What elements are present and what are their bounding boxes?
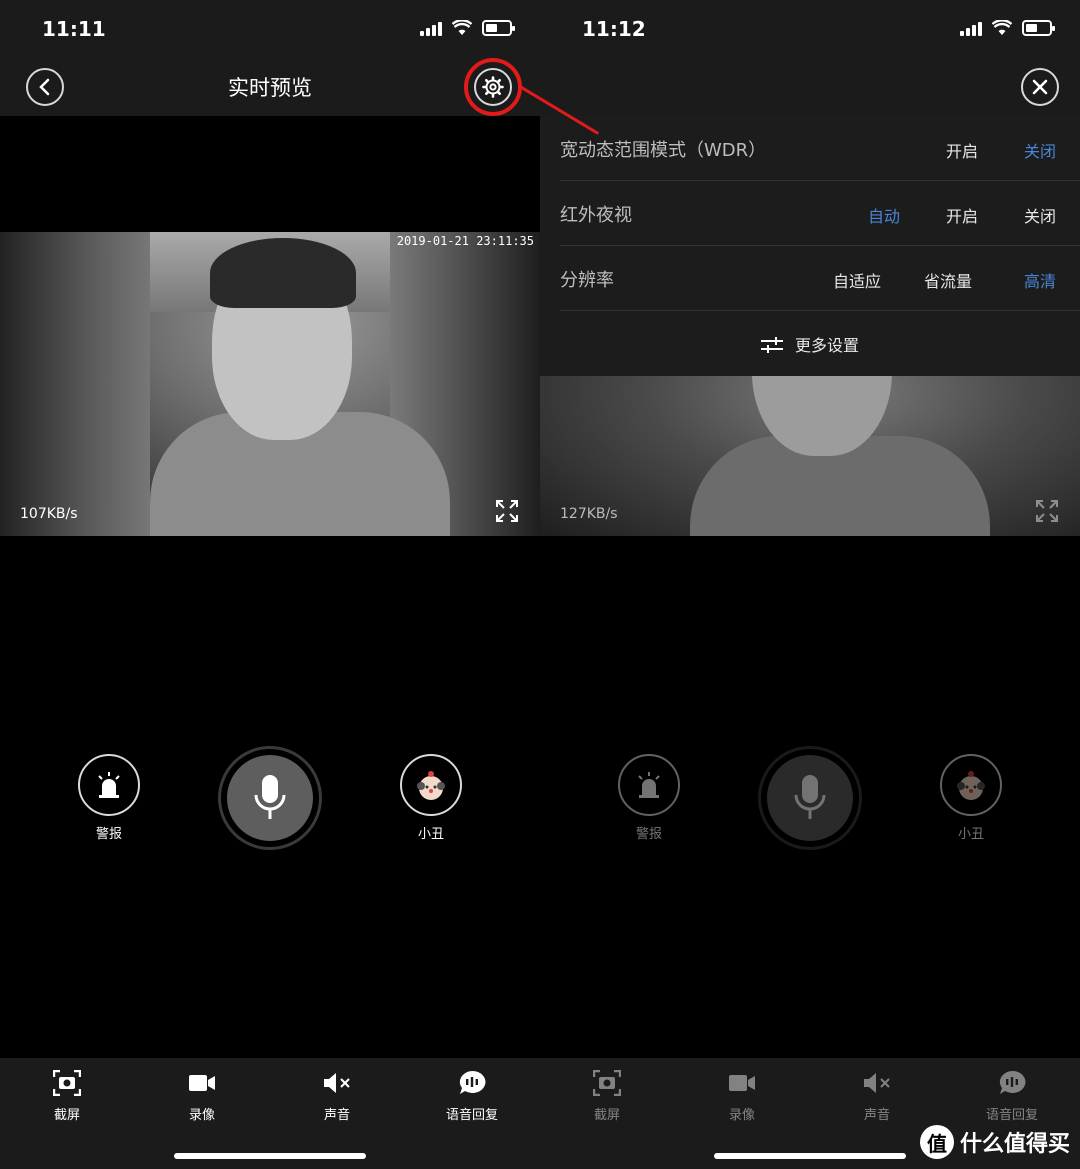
resolution-setting-row: 分辨率 自适应 省流量 高清 <box>560 246 1080 311</box>
night-vision-option-on[interactable]: 开启 <box>946 203 978 227</box>
resolution-title: 分辨率 <box>560 270 614 291</box>
clown-voice-button[interactable] <box>400 754 462 816</box>
cellular-signal-icon <box>960 20 982 36</box>
camera-capture-icon <box>593 1070 621 1096</box>
sound-button[interactable]: 声音 <box>832 1068 922 1123</box>
record-label: 录像 <box>188 1108 215 1123</box>
close-button[interactable] <box>1021 68 1059 106</box>
wdr-option-on[interactable]: 开启 <box>946 138 978 162</box>
wdr-option-off[interactable]: 关闭 <box>1024 138 1056 162</box>
status-icons <box>960 20 1055 36</box>
speaker-muted-icon <box>324 1073 350 1093</box>
fullscreen-icon[interactable] <box>496 500 518 522</box>
fullscreen-icon[interactable] <box>1036 500 1058 522</box>
chat-bubble-icon <box>459 1070 486 1094</box>
night-vision-option-off[interactable]: 关闭 <box>1024 203 1056 227</box>
camera-live-video[interactable]: 127KB/s <box>540 376 1080 536</box>
bitrate-label: 107KB/s <box>20 506 78 522</box>
talk-button[interactable] <box>758 746 862 850</box>
microphone-icon <box>254 775 286 819</box>
battery-icon <box>482 20 515 36</box>
alarm-label: 警报 <box>635 827 662 842</box>
wdr-title: 宽动态范围模式（WDR） <box>560 140 767 161</box>
screenshot-label: 截屏 <box>593 1108 620 1123</box>
screenshot-button[interactable]: 截屏 <box>562 1068 652 1123</box>
sound-label: 声音 <box>863 1108 890 1123</box>
chat-bubble-icon <box>999 1070 1026 1094</box>
status-bar: 11:11 <box>0 0 540 58</box>
night-vision-title: 红外夜视 <box>560 205 632 226</box>
alarm-button[interactable] <box>618 754 680 816</box>
live-controls: 警报 小丑 <box>540 744 1080 854</box>
microphone-icon <box>794 775 826 819</box>
nav-bar: 实时预览 <box>0 58 540 116</box>
video-scene-person-hair <box>210 238 356 308</box>
video-camera-icon <box>729 1075 755 1091</box>
watermark-text: 什么值得买 <box>959 1132 1070 1157</box>
video-scene-wall-left <box>0 232 150 536</box>
bitrate-label: 127KB/s <box>560 506 618 522</box>
alarm-label: 警报 <box>95 827 122 842</box>
annotation-highlight-circle <box>464 58 522 116</box>
home-indicator[interactable] <box>174 1153 366 1159</box>
resolution-option-data-saver[interactable]: 省流量 <box>924 268 972 292</box>
cellular-signal-icon <box>420 20 442 36</box>
resolution-option-hd[interactable]: 高清 <box>1024 268 1056 292</box>
resolution-option-adaptive[interactable]: 自适应 <box>833 268 881 292</box>
clown-label: 小丑 <box>417 827 444 842</box>
status-time: 11:11 <box>42 17 106 41</box>
alarm-button[interactable] <box>78 754 140 816</box>
voice-reply-button[interactable]: 语音回复 <box>427 1068 517 1123</box>
status-icons <box>420 20 515 36</box>
bottom-toolbar: 截屏 录像 声音 语音回复 <box>0 1058 540 1169</box>
record-label: 录像 <box>728 1108 755 1123</box>
sliders-icon <box>760 337 783 353</box>
night-vision-setting-row: 红外夜视 自动 开启 关闭 <box>560 181 1080 246</box>
video-camera-icon <box>189 1075 215 1091</box>
clown-label: 小丑 <box>957 827 984 842</box>
talk-button-inner <box>227 755 313 841</box>
siren-icon <box>638 772 660 798</box>
wifi-icon <box>992 20 1012 35</box>
record-button[interactable]: 录像 <box>157 1068 247 1123</box>
more-settings-label: 更多设置 <box>794 336 859 355</box>
talk-button-inner <box>767 755 853 841</box>
talk-button[interactable] <box>218 746 322 850</box>
sound-label: 声音 <box>323 1108 350 1123</box>
clown-face-icon <box>957 771 985 800</box>
sound-button[interactable]: 声音 <box>292 1068 382 1123</box>
voice-reply-label: 语音回复 <box>985 1108 1038 1123</box>
more-settings-button[interactable]: 更多设置 <box>540 332 1080 356</box>
clown-voice-button[interactable] <box>940 754 1002 816</box>
phone-screen-settings-open: 11:12 127KB/s 宽动态范围模式（WDR） 开启 关闭 红外夜视 自动… <box>540 0 1080 1169</box>
phone-screen-live-preview: 11:11 实时预览 2019-01-21 23:11:35 107KB/s 警… <box>0 0 540 1169</box>
wdr-setting-row: 宽动态范围模式（WDR） 开启 关闭 <box>560 116 1080 181</box>
voice-reply-label: 语音回复 <box>445 1108 498 1123</box>
status-time: 11:12 <box>582 17 646 41</box>
night-vision-option-auto[interactable]: 自动 <box>868 203 900 227</box>
clown-face-icon <box>417 771 445 800</box>
nav-bar <box>540 58 1080 116</box>
watermark: 值 什么值得买 <box>919 1125 1070 1159</box>
page-title: 实时预览 <box>228 76 312 100</box>
record-button[interactable]: 录像 <box>697 1068 787 1123</box>
watermark-logo-badge: 值 <box>919 1125 954 1159</box>
camera-live-video[interactable]: 2019-01-21 23:11:35 107KB/s <box>0 232 540 536</box>
siren-icon <box>98 772 120 798</box>
screenshot-label: 截屏 <box>53 1108 80 1123</box>
camera-capture-icon <box>53 1070 81 1096</box>
voice-reply-button[interactable]: 语音回复 <box>967 1068 1057 1123</box>
video-timestamp: 2019-01-21 23:11:35 <box>396 234 534 248</box>
quick-settings-panel: 宽动态范围模式（WDR） 开启 关闭 红外夜视 自动 开启 关闭 分辨率 自适应… <box>540 116 1080 376</box>
battery-icon <box>1022 20 1055 36</box>
close-icon <box>1032 79 1048 95</box>
speaker-muted-icon <box>864 1073 890 1093</box>
screenshot-button[interactable]: 截屏 <box>22 1068 112 1123</box>
status-bar: 11:12 <box>540 0 1080 58</box>
live-controls: 警报 小丑 <box>0 744 540 854</box>
wifi-icon <box>452 20 472 35</box>
home-indicator[interactable] <box>714 1153 906 1159</box>
